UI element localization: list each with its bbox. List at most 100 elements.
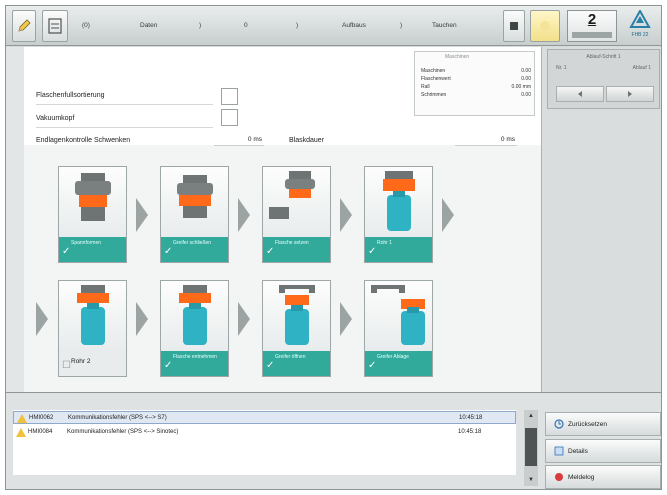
param-label: Endlagenkontrolle Schwenken (36, 137, 131, 144)
param-label: Blaskdauer (289, 137, 325, 144)
param-label: Flaschenfullsortierung (36, 92, 105, 99)
arrow-right-icon (628, 91, 632, 97)
step-tile-6[interactable]: Flasche entnehmen ✓ (160, 280, 229, 377)
step-illustration (263, 167, 330, 237)
divider (36, 127, 213, 128)
message-scrollbar[interactable]: ▲ ▼ (524, 410, 538, 486)
log-label: Meldelog (568, 473, 595, 481)
reset-label: Zurücksetzen (568, 420, 608, 428)
recycle-logo-icon (629, 8, 651, 28)
info-label: Rall (421, 84, 430, 90)
log-icon (555, 473, 563, 481)
check-icon: ✓ (164, 246, 173, 257)
bottle-icon (179, 285, 211, 345)
flow-arrow-icon (36, 302, 48, 336)
info-label: Flaschenwert (421, 76, 451, 82)
check-icon: ✓ (164, 360, 173, 371)
breadcrumb: (0) Daten ) 0 ) Aufbaus ) Tauchen (78, 12, 500, 40)
breadcrumb-item[interactable]: 0 (244, 22, 248, 29)
step-illustration (365, 167, 432, 237)
info-label: Maschinen (421, 68, 446, 74)
message-id: HMI0062 (29, 415, 54, 421)
flow-arrow-icon (340, 198, 352, 232)
info-value: 0.00 (521, 76, 531, 82)
step-illustration (161, 281, 228, 351)
check-icon: ✓ (368, 246, 377, 257)
flaschenfull-checkbox[interactable] (221, 88, 238, 105)
check-icon: ✓ (368, 360, 377, 371)
mode-number: 2 (587, 11, 597, 28)
details-label: Details (568, 447, 588, 455)
alarm-icon (540, 21, 550, 31)
flow-arrow-icon (136, 302, 148, 336)
stop-button[interactable] (503, 10, 525, 42)
step-tile-3[interactable]: Flasche setzen ✓ (262, 166, 331, 263)
info-value: 0.00 (521, 92, 531, 98)
log-button[interactable]: Meldelog (545, 465, 661, 489)
blaskdauer-value-field[interactable]: 0 ms (455, 134, 517, 146)
gripper-icon (269, 171, 315, 219)
scroll-up-icon[interactable]: ▲ (524, 410, 538, 422)
endlage-value-field[interactable]: 0 ms (214, 134, 264, 146)
flow-arrow-icon (136, 198, 148, 232)
flow-arrow-icon (238, 302, 250, 336)
details-icon (554, 446, 564, 456)
param-label: Vakuumkopf (36, 115, 75, 122)
check-icon: ✓ (266, 360, 275, 371)
step-illustration (59, 167, 126, 237)
details-button[interactable]: Details (545, 439, 661, 463)
info-value: 0.00 (521, 68, 531, 74)
bottle-icon (371, 285, 425, 345)
check-icon: ✓ (266, 246, 275, 257)
gripper-icon (177, 175, 213, 218)
message-row[interactable]: HMI0084 Kommunikationsfehler (SPS <--> S… (13, 426, 516, 439)
bottle-icon (77, 285, 109, 345)
flow-arrow-icon (340, 302, 352, 336)
machine-info-panel: Maschinen Maschinen 0.00 Flaschenwert 0.… (414, 51, 535, 116)
scroll-down-icon[interactable]: ▼ (524, 474, 538, 486)
breadcrumb-item[interactable]: (0) (82, 22, 90, 29)
warning-icon (17, 414, 27, 423)
step-tile-2[interactable]: Greifer schließen ✓ (160, 166, 229, 263)
mode-selector[interactable]: 2 (567, 10, 617, 42)
step-tile-7[interactable]: Greifer öffnen ✓ (262, 280, 331, 377)
breadcrumb-item[interactable]: Aufbaus (342, 22, 366, 29)
info-value: 0.00 mm (511, 84, 531, 90)
message-time: 10:45:18 (459, 415, 483, 421)
message-text: Kommunikationsfehler (SPS <--> S7) (68, 415, 167, 421)
step-tile-8[interactable]: Greifer Ablage ✓ (364, 280, 433, 377)
logo-text: FHB 22 (631, 32, 649, 38)
message-row[interactable]: HMI0062 Kommunikationsfehler (SPS <--> S… (13, 411, 516, 424)
logo: FHB 22 (620, 8, 660, 42)
info-title: Maschinen (445, 54, 470, 60)
scroll-thumb[interactable] (525, 428, 537, 466)
left-strip (6, 47, 24, 392)
warning-icon (16, 428, 26, 437)
info-label: Schrimmen (421, 92, 447, 98)
breadcrumb-item[interactable]: Daten (140, 22, 157, 29)
breadcrumb-item[interactable]: Tauchen (432, 22, 457, 29)
bottle-icon (279, 285, 315, 345)
step-counter: Ablauf-Schritt 1 Nr. 1 Ablauf 1 (547, 49, 660, 109)
counter-left-label: Nr. 1 (556, 65, 567, 71)
message-time: 10:45:18 (458, 429, 482, 435)
top-toolbar: (0) Daten ) 0 ) Aufbaus ) Tauchen 2 FHB … (6, 6, 661, 46)
step-tile-5[interactable]: Rohr 2 ☐ (58, 280, 127, 377)
arrow-left-icon (578, 91, 582, 97)
flow-arrow-icon (442, 198, 454, 232)
step-tile-4[interactable]: Rohr 1 ✓ (364, 166, 433, 263)
check-icon: ✓ (62, 246, 71, 257)
machine-icon (48, 18, 62, 34)
counter-next-button[interactable] (606, 86, 654, 102)
alarm-button[interactable] (530, 10, 560, 42)
reset-button[interactable]: Zurücksetzen (545, 412, 661, 436)
step-tile-1[interactable]: Spannformen ✓ (58, 166, 127, 263)
bottle-icon (383, 171, 415, 231)
counter-prev-button[interactable] (556, 86, 604, 102)
step-illustration (59, 281, 126, 351)
vakuumkopf-checkbox[interactable] (221, 109, 238, 126)
divider (36, 104, 213, 105)
pencil-button[interactable] (12, 10, 36, 42)
machine-button[interactable] (42, 10, 68, 42)
reset-icon (554, 419, 564, 429)
